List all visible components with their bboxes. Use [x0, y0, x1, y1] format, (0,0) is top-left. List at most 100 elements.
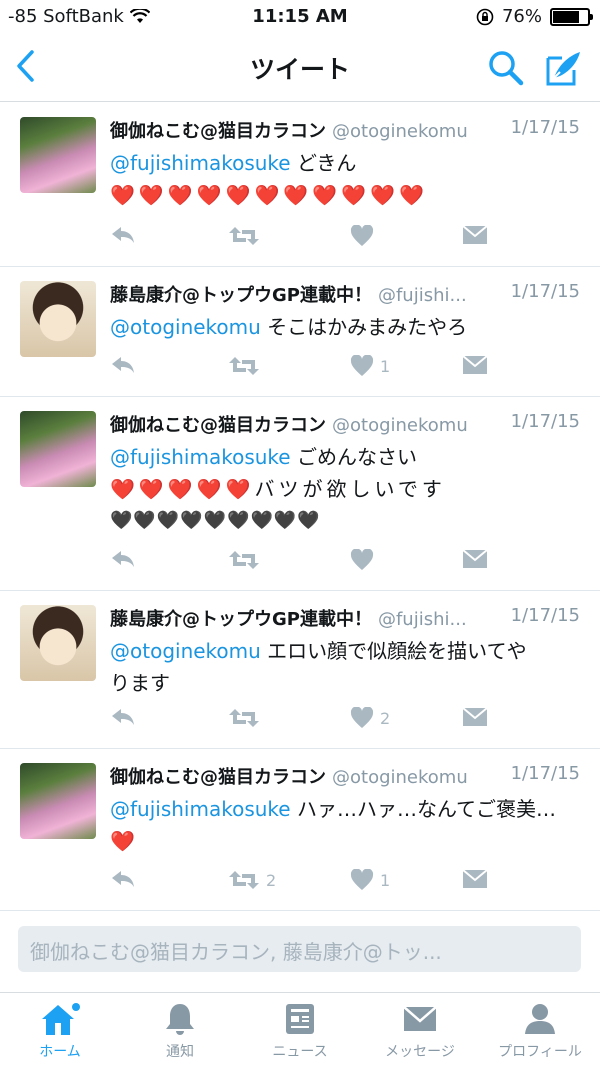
tweet-actions	[110, 225, 490, 253]
retweet-button[interactable]: 2	[228, 869, 276, 891]
reply-button[interactable]	[110, 869, 136, 889]
avatar[interactable]	[20, 117, 96, 193]
retweet-icon	[229, 871, 259, 889]
tab-notifications[interactable]: 通知	[120, 1001, 240, 1061]
heart-icon	[350, 355, 374, 376]
reply-placeholder: 御伽ねこむ@猫目カラコン, 藤島康介@トッ...	[30, 940, 442, 964]
compose-tweet-icon[interactable]	[544, 48, 584, 88]
rotation-lock-icon	[476, 8, 494, 25]
reply-button[interactable]	[110, 549, 136, 569]
tweet-header: 藤島康介@トップウGP連載中！ @fujishi... 1/17/15	[110, 605, 582, 631]
tweet-text-line: ります	[110, 671, 170, 695]
direct-message-button[interactable]	[462, 707, 488, 727]
author-name[interactable]: 御伽ねこむ@猫目カラコン	[110, 415, 326, 436]
battery-icon	[550, 7, 593, 26]
mention-link[interactable]: @fujishimakosuke	[110, 797, 291, 821]
tweet-actions: 2 1	[110, 869, 490, 897]
author-handle: @otoginekomu	[332, 767, 468, 788]
tweet-item[interactable]: 御伽ねこむ@猫目カラコン @otoginekomu 1/17/15 @fujish…	[0, 103, 600, 267]
tweet-text: @otoginekomu そこはかみまみたやろ	[110, 311, 586, 343]
tweet-actions: 2	[110, 707, 490, 735]
retweet-button[interactable]	[228, 707, 266, 729]
avatar[interactable]	[20, 281, 96, 357]
tab-bar: ホーム 通知 ニュース メッセージ プロフィール	[0, 992, 600, 1067]
tab-label: ニュース	[272, 1044, 328, 1060]
tweet-actions	[110, 549, 490, 577]
author-name[interactable]: 御伽ねこむ@猫目カラコン	[110, 121, 326, 142]
avatar[interactable]	[20, 763, 96, 839]
tweet-item[interactable]: 御伽ねこむ@猫目カラコン @otoginekomu 1/17/15 @fujish…	[0, 749, 600, 911]
reply-icon	[112, 227, 134, 243]
heart-icon	[350, 549, 374, 570]
like-button[interactable]: 1	[350, 869, 390, 891]
battery-percent: 76%	[501, 6, 542, 27]
like-count: 2	[380, 708, 391, 728]
tweet-text-line: ❤️❤️❤️❤️❤️バツが欲しいです	[110, 477, 446, 501]
person-icon	[525, 1004, 555, 1034]
reply-button[interactable]	[110, 225, 136, 245]
avatar[interactable]	[20, 605, 96, 681]
battery-fill	[553, 10, 579, 23]
tweet-text: @fujishimakosuke ハァ…ハァ…なんてご褒美… ❤️	[110, 793, 586, 857]
tweet-date: 1/17/15	[502, 605, 580, 626]
tweet-item[interactable]: 御伽ねこむ@猫目カラコン @otoginekomu 1/17/15 @fujish…	[0, 397, 600, 591]
mention-link[interactable]: @otoginekomu	[110, 315, 261, 339]
tweet-date: 1/17/15	[502, 763, 580, 784]
tweet-text-line: ごめんなさい	[290, 445, 417, 469]
author-handle: @otoginekomu	[332, 415, 468, 436]
retweet-button[interactable]	[228, 355, 266, 377]
status-bar: -85 SoftBank 11:15 AM 76%	[0, 0, 600, 34]
retweet-count: 2	[266, 870, 277, 890]
reply-input[interactable]: 御伽ねこむ@猫目カラコン, 藤島康介@トッ...	[18, 926, 581, 972]
author-name[interactable]: 御伽ねこむ@猫目カラコン	[110, 767, 326, 788]
tweet-item[interactable]: 藤島康介@トップウGP連載中！ @fujishi... 1/17/15 @otog…	[0, 591, 600, 749]
mention-link[interactable]: @fujishimakosuke	[110, 151, 291, 175]
like-button[interactable]	[350, 549, 380, 571]
tab-profile[interactable]: プロフィール	[480, 1001, 600, 1061]
tweet-text-line: ❤️❤️❤️❤️❤️❤️❤️❤️❤️❤️❤️	[110, 183, 428, 207]
avatar[interactable]	[20, 411, 96, 487]
tweet-header: 御伽ねこむ@猫目カラコン @otoginekomu 1/17/15	[110, 763, 582, 789]
tab-messages[interactable]: メッセージ	[360, 1001, 480, 1061]
tweet-text: @otoginekomu エロい顔で似顔絵を描いてや ります	[110, 635, 586, 699]
search-icon[interactable]	[486, 48, 526, 88]
retweet-button[interactable]	[228, 225, 266, 247]
tweet-text-line: ハァ…ハァ…なんてご褒美…	[290, 797, 556, 821]
tab-home[interactable]: ホーム	[0, 1001, 120, 1061]
retweet-button[interactable]	[228, 549, 266, 571]
direct-message-button[interactable]	[462, 355, 488, 375]
direct-message-button[interactable]	[462, 225, 488, 245]
reply-button[interactable]	[110, 707, 136, 727]
mention-link[interactable]: @fujishimakosuke	[110, 445, 291, 469]
tweet-header: 御伽ねこむ@猫目カラコン @otoginekomu 1/17/15	[110, 411, 582, 437]
tab-label: 通知	[166, 1044, 194, 1060]
envelope-icon	[462, 225, 488, 244]
like-button[interactable]	[350, 225, 380, 247]
like-button[interactable]: 1	[350, 355, 390, 377]
tab-news[interactable]: ニュース	[240, 1001, 360, 1061]
tweet-text-line: ❤️	[110, 829, 139, 853]
mention-link[interactable]: @otoginekomu	[110, 639, 261, 663]
author-handle: @fujishi...	[377, 285, 467, 306]
heart-icon	[350, 869, 374, 890]
direct-message-button[interactable]	[462, 869, 488, 889]
tweet-list: 御伽ねこむ@猫目カラコン @otoginekomu 1/17/15 @fujish…	[0, 103, 600, 911]
author-handle: @otoginekomu	[332, 121, 468, 142]
author-handle: @fujishi...	[377, 609, 467, 630]
envelope-icon	[462, 549, 488, 568]
tweet-item[interactable]: 藤島康介@トップウGP連載中！ @fujishi... 1/17/15 @otog…	[0, 267, 600, 397]
tweet-text-line: どきん	[290, 151, 357, 175]
reply-icon	[112, 871, 134, 887]
envelope-icon	[403, 1006, 437, 1031]
author-name[interactable]: 藤島康介@トップウGP連載中！	[110, 285, 372, 306]
retweet-icon	[229, 709, 259, 727]
retweet-icon	[229, 551, 259, 569]
direct-message-button[interactable]	[462, 549, 488, 569]
tweet-actions: 1	[110, 355, 490, 383]
reply-button[interactable]	[110, 355, 136, 375]
envelope-icon	[462, 355, 488, 374]
envelope-icon	[462, 707, 488, 726]
like-button[interactable]: 2	[350, 707, 390, 729]
author-name[interactable]: 藤島康介@トップウGP連載中！	[110, 609, 372, 630]
reply-icon	[112, 357, 134, 373]
